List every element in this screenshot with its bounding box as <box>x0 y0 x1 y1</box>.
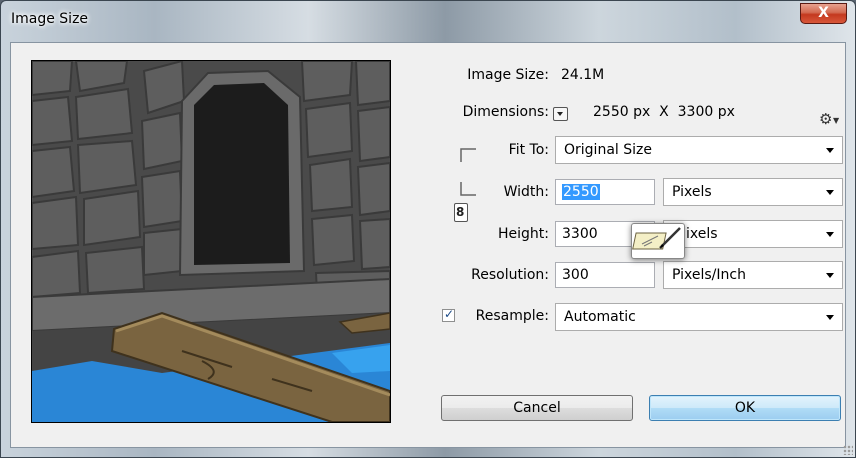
close-button[interactable]: X <box>800 3 847 24</box>
resize-grip-icon[interactable] <box>843 445 853 455</box>
dimensions-label: Dimensions: <box>462 104 549 120</box>
resolution-input[interactable]: 300 <box>555 262 655 288</box>
dimensions-value: 2550 px X 3300 px <box>593 104 735 120</box>
cancel-button[interactable]: Cancel <box>441 395 633 421</box>
resample-value: Automatic <box>564 309 636 325</box>
chevron-down-icon <box>826 190 834 195</box>
height-label: Height: <box>498 226 549 242</box>
image-size-value: 24.1M <box>561 67 605 83</box>
width-unit-select[interactable]: Pixels <box>663 178 843 206</box>
resolution-unit-select[interactable]: Pixels/Inch <box>663 261 843 289</box>
preview-artwork <box>32 61 390 422</box>
window-title: Image Size <box>11 11 89 27</box>
dialog-window: Image Size X ⚙ ▼ Image Size: 24.1M Dimen… <box>0 0 856 458</box>
checkmark-icon: ✓ <box>444 307 455 321</box>
dimensions-menu-button[interactable] <box>553 107 568 121</box>
width-label: Width: <box>503 184 549 200</box>
resample-checkbox[interactable]: ✓ <box>442 307 455 322</box>
fit-to-select[interactable]: Original Size <box>555 136 843 164</box>
chevron-down-icon <box>826 315 834 320</box>
title-bar[interactable]: Image Size X <box>1 1 855 43</box>
chain-link-icon[interactable]: 8 <box>454 203 468 222</box>
image-size-label: Image Size: <box>467 67 549 83</box>
ok-button[interactable]: OK <box>649 395 841 421</box>
width-unit-value: Pixels <box>672 184 712 200</box>
width-input[interactable]: 2550 <box>555 179 655 205</box>
resize-cursor-tooltip <box>631 223 685 259</box>
chevron-down-icon <box>826 273 834 278</box>
height-value: 3300 <box>562 226 598 242</box>
chevron-down-icon <box>557 112 563 116</box>
width-value: 2550 <box>562 184 600 200</box>
chevron-down-icon <box>826 232 834 237</box>
fit-to-value: Original Size <box>564 142 652 158</box>
resolution-unit-value: Pixels/Inch <box>672 267 746 283</box>
chevron-down-icon <box>826 148 834 153</box>
settings-gear-icon[interactable]: ⚙ ▼ <box>819 110 839 128</box>
resolution-value: 300 <box>562 267 589 283</box>
gear-dropdown-icon: ▼ <box>833 116 840 125</box>
resample-label: Resample: <box>475 308 549 324</box>
resample-select[interactable]: Automatic <box>555 303 843 331</box>
resize-cursor-icon <box>632 227 681 250</box>
resolution-label: Resolution: <box>471 267 549 283</box>
close-icon: X <box>818 5 829 21</box>
image-preview[interactable] <box>31 60 391 423</box>
height-unit-select[interactable]: ixels <box>663 220 843 248</box>
